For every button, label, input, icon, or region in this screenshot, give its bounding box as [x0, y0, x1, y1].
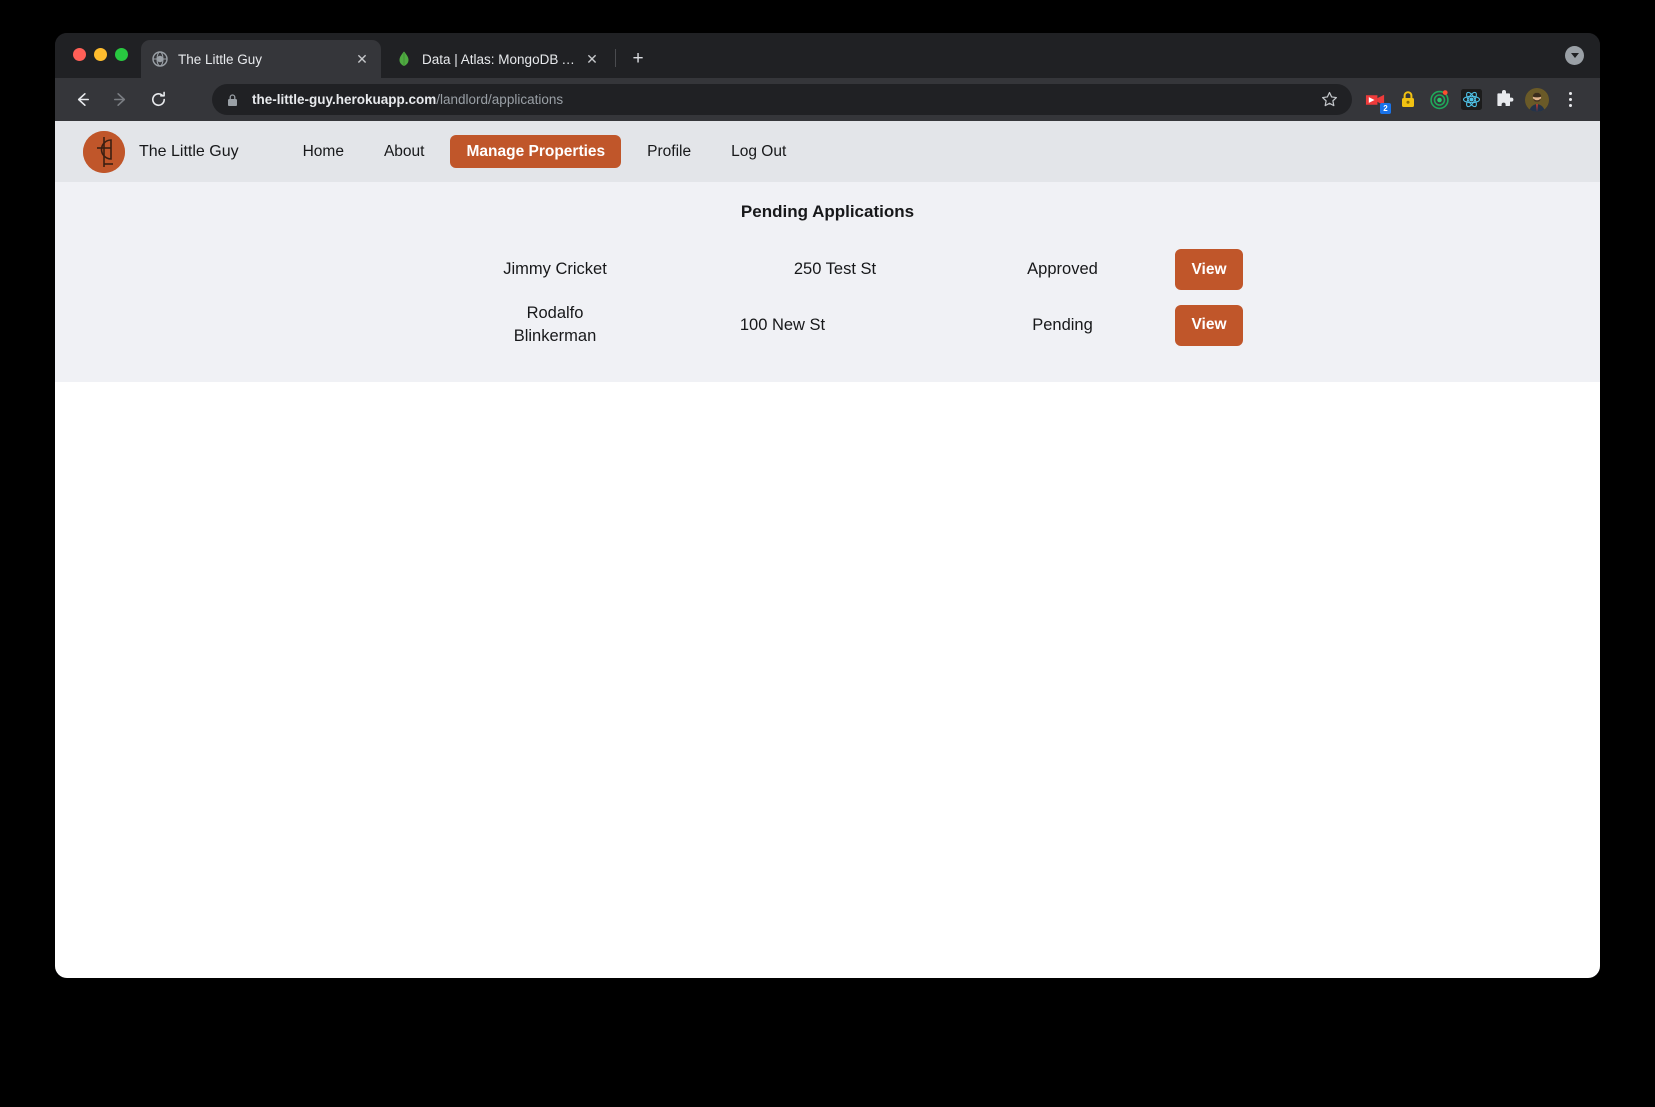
nav-link-profile[interactable]: Profile [633, 137, 705, 167]
url-domain: the-little-guy.herokuapp.com [252, 92, 437, 107]
web-page-viewport: The Little Guy Home About Manage Propert… [55, 121, 1600, 978]
site-brand[interactable]: The Little Guy [83, 130, 239, 173]
address-bar[interactable]: the-little-guy.herokuapp.com/landlord/ap… [212, 84, 1352, 115]
property-address: 100 New St [739, 315, 826, 334]
application-row: Jimmy Cricket 250 Test St Approved View [55, 249, 1600, 290]
close-icon[interactable]: ✕ [583, 50, 601, 68]
application-row: Rodalfo Blinkerman 100 New St Pending Vi… [55, 302, 1600, 348]
browser-window: The Little Guy ✕ Data | Atlas: MongoDB A… [55, 33, 1600, 978]
extensions-puzzle-icon[interactable] [1493, 89, 1514, 110]
password-manager-lock-icon[interactable] [1397, 89, 1418, 110]
browser-extension-icons: 2 [1365, 78, 1580, 121]
nav-link-home[interactable]: Home [289, 137, 358, 167]
tab-separator [615, 49, 616, 67]
new-tab-button[interactable]: + [627, 48, 649, 70]
browser-tab-the-little-guy[interactable]: The Little Guy ✕ [141, 40, 381, 78]
globe-icon [151, 51, 168, 68]
the-little-guy-logo [83, 130, 125, 173]
mongodb-leaf-icon [395, 51, 412, 68]
property-address: 250 Test St [793, 260, 877, 278]
window-minimize-button[interactable] [94, 48, 107, 61]
profile-avatar[interactable] [1525, 87, 1549, 112]
pending-applications-section: Pending Applications Jimmy Cricket 250 T… [55, 182, 1600, 382]
screen-recorder-extension-icon[interactable]: 2 [1365, 89, 1391, 114]
application-status: Approved [1027, 260, 1098, 278]
window-zoom-button[interactable] [115, 48, 128, 61]
view-application-button[interactable]: View [1175, 304, 1243, 346]
browser-tab-mongodb-atlas[interactable]: Data | Atlas: MongoDB Atlas ✕ [385, 40, 611, 78]
kebab-menu-icon[interactable] [1560, 89, 1580, 110]
view-application-button[interactable]: View [1175, 249, 1243, 290]
applicant-name: Jimmy Cricket [503, 260, 607, 278]
lock-icon[interactable] [226, 93, 239, 107]
extension-badge-count: 2 [1380, 103, 1391, 114]
nav-link-manage-properties[interactable]: Manage Properties [450, 134, 622, 169]
arrow-right-icon[interactable] [105, 85, 135, 115]
site-navbar: The Little Guy Home About Manage Propert… [55, 121, 1600, 182]
page-title: Pending Applications [740, 202, 915, 221]
target-tracker-extension-icon[interactable] [1429, 89, 1450, 110]
application-status: Pending [1032, 315, 1093, 334]
react-devtools-icon[interactable] [1461, 89, 1482, 110]
nav-link-log-out[interactable]: Log Out [717, 137, 800, 167]
reload-icon[interactable] [143, 85, 173, 115]
applicant-name: Rodalfo Blinkerman [513, 304, 597, 345]
close-icon[interactable]: ✕ [353, 50, 371, 68]
arrow-left-icon[interactable] [67, 85, 97, 115]
browser-tab-title: Data | Atlas: MongoDB Atlas [422, 51, 583, 67]
star-icon[interactable] [1321, 91, 1338, 108]
browser-toolbar: the-little-guy.herokuapp.com/landlord/ap… [55, 78, 1600, 121]
caret-down-icon[interactable] [1565, 46, 1584, 65]
nav-link-about[interactable]: About [370, 137, 439, 167]
window-traffic-lights [73, 48, 128, 61]
url-path: /landlord/applications [436, 92, 564, 107]
window-close-button[interactable] [73, 48, 86, 61]
address-bar-url: the-little-guy.herokuapp.com/landlord/ap… [252, 92, 563, 107]
site-brand-name: The Little Guy [139, 142, 239, 160]
browser-tab-strip: The Little Guy ✕ Data | Atlas: MongoDB A… [55, 33, 1600, 78]
browser-tab-title: The Little Guy [178, 51, 263, 67]
